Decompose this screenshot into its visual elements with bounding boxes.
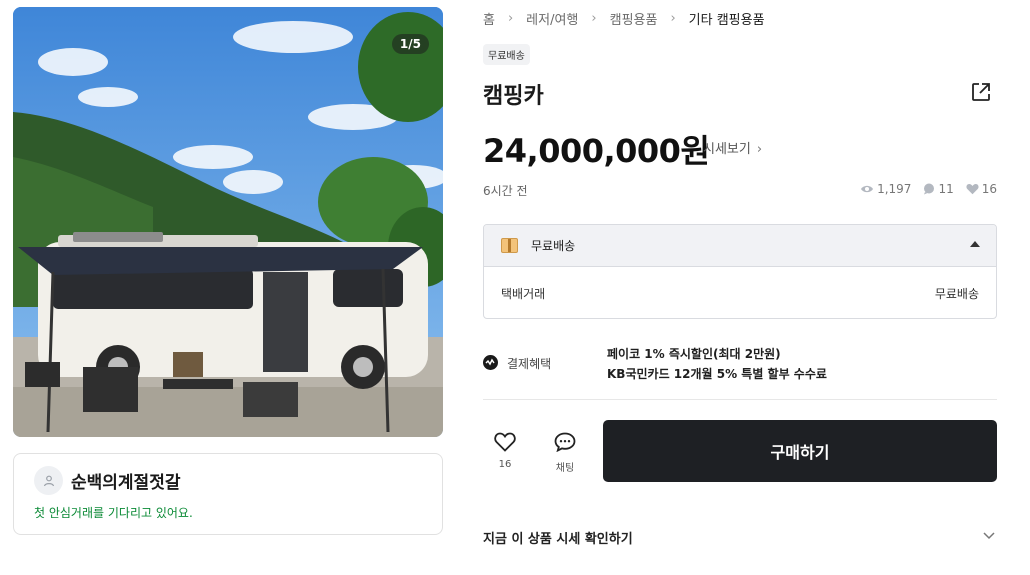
chat-icon	[554, 432, 576, 453]
chevron-right-icon: ›	[507, 11, 514, 26]
free-shipping-badge: 무료배송	[483, 44, 530, 65]
buy-button[interactable]: 구매하기	[603, 420, 997, 482]
divider	[483, 399, 997, 400]
product-title: 캠핑카	[483, 84, 544, 109]
posted-time: 6시간 전	[483, 184, 528, 198]
market-price-label: 시세보기	[703, 142, 751, 157]
delivery-panel-header[interactable]: 무료배송	[484, 225, 996, 267]
image-counter: 1/5	[391, 34, 429, 54]
product-price: 24,000,000원	[483, 132, 710, 170]
chat-count-value: 11	[938, 182, 954, 196]
payment-wave-icon	[485, 358, 495, 366]
market-check-toggle[interactable]: 지금 이 상품 시세 확인하기	[483, 528, 633, 547]
payment-benefit-label: 결제혜택	[507, 357, 552, 371]
view-count-value: 1,197	[877, 182, 912, 196]
seller-name[interactable]: 순백의계절젓갈	[71, 468, 180, 493]
delivery-panel: 무료배송 택배거래 무료배송	[483, 224, 997, 319]
delivery-fee: 무료배송	[934, 286, 979, 301]
payment-icon	[483, 355, 498, 370]
avatar[interactable]	[34, 466, 63, 495]
user-icon	[43, 475, 54, 486]
breadcrumb-home[interactable]: 홈	[483, 9, 495, 28]
caret-up-icon	[970, 241, 980, 247]
breadcrumb-camping[interactable]: 캠핑용품	[610, 9, 658, 28]
product-stats: 1,197 11 16	[848, 182, 997, 196]
chat-button[interactable]: 채팅	[545, 432, 585, 474]
box-icon	[501, 238, 518, 253]
like-count-value: 16	[981, 182, 997, 196]
seller-trust-message: 첫 안심거래를 기다리고 있어요.	[34, 506, 193, 520]
heart-icon	[966, 184, 979, 195]
delivery-header-label: 무료배송	[531, 239, 576, 253]
like-button[interactable]: 16	[485, 432, 525, 470]
chat-button-label: 채팅	[555, 463, 575, 474]
payment-benefit-2: KB국민카드 12개월 5% 특별 할부 수수료	[607, 367, 827, 381]
breadcrumb: 홈 › 레저/여행 › 캠핑용품 › 기타 캠핑용품	[483, 9, 765, 28]
delivery-method: 택배거래	[501, 286, 546, 301]
like-count: 16	[966, 182, 997, 196]
camper-photo-illustration	[13, 7, 443, 437]
heart-outline-icon	[494, 432, 516, 452]
chat-count: 11	[923, 182, 954, 196]
like-button-count: 16	[498, 459, 512, 470]
eye-icon	[861, 185, 874, 193]
chevron-down-icon[interactable]	[982, 528, 996, 542]
breadcrumb-leisure[interactable]: 레저/여행	[526, 9, 578, 28]
product-photo[interactable]: 1/5	[13, 7, 443, 437]
share-icon[interactable]	[970, 81, 992, 103]
chevron-right-icon: ›	[591, 11, 597, 26]
chevron-right-icon: ›	[756, 142, 763, 157]
market-price-link[interactable]: 시세보기 ›	[703, 138, 762, 157]
delivery-row: 택배거래 무료배송	[484, 267, 996, 318]
chat-bubble-icon	[924, 183, 935, 195]
seller-card[interactable]: 순백의계절젓갈 첫 안심거래를 기다리고 있어요.	[13, 453, 443, 535]
view-count: 1,197	[860, 182, 911, 196]
chevron-right-icon: ›	[670, 11, 676, 26]
payment-benefit-1: 페이코 1% 즉시할인(최대 2만원)	[607, 347, 781, 361]
breadcrumb-other-camping[interactable]: 기타 캠핑용품	[689, 9, 765, 28]
